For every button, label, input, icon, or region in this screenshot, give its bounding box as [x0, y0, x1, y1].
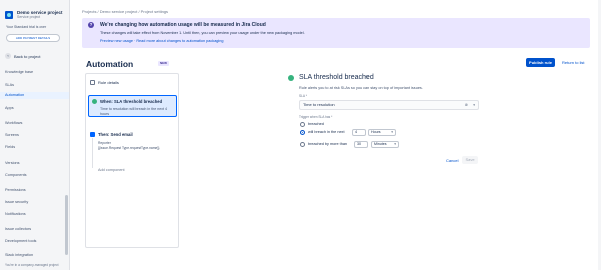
sidebar-footer: You're in a company-managed project: [5, 263, 59, 267]
radio-breached[interactable]: [300, 122, 305, 127]
trigger-title: When: SLA threshold breached: [100, 99, 163, 104]
sidebar-item-issue-collectors[interactable]: Issue collectors: [5, 227, 31, 231]
sidebar-item-slas[interactable]: SLAs: [5, 83, 14, 87]
project-header[interactable]: Demo service project Service project: [5, 10, 63, 20]
project-type: Service project: [17, 15, 41, 19]
banner-links: Preview new usage · Read more about chan…: [100, 39, 224, 43]
flow-connector: [92, 138, 93, 168]
sidebar-item-screens[interactable]: Screens: [5, 133, 19, 137]
project-logo-icon: [5, 11, 13, 19]
radio-breached-by[interactable]: [300, 142, 305, 147]
sidebar-scrollbar[interactable]: [65, 195, 68, 255]
radio-will-breach[interactable]: [300, 130, 305, 135]
sidebar-item-versions[interactable]: Versions: [5, 161, 20, 165]
action-value: {{issue.Request Type.requestType.name}}: [98, 146, 160, 150]
edit-pencil-icon[interactable]: ✎: [365, 75, 369, 81]
trigger-icon: [92, 99, 97, 104]
chevron-down-icon: ▾: [391, 130, 393, 134]
action-icon: [90, 132, 95, 137]
breached-by-number-input[interactable]: 30: [354, 141, 368, 148]
breadcrumb[interactable]: Projects / Demo service project / Projec…: [82, 9, 168, 14]
sidebar-item-development-tools[interactable]: Development tools: [5, 239, 36, 243]
sidebar-item-permissions[interactable]: Permissions: [5, 188, 26, 192]
chevron-down-icon: ▾: [473, 103, 475, 107]
page-title: Automation: [86, 59, 134, 69]
will-breach-number-input[interactable]: 4: [352, 129, 366, 136]
chevron-down-icon: ▾: [394, 142, 396, 146]
config-title: SLA threshold breached: [299, 74, 374, 81]
sidebar-item-notifications[interactable]: Notifications: [5, 212, 26, 216]
sidebar-item-issue-security[interactable]: Issue security: [5, 200, 28, 204]
back-to-project[interactable]: ‹ Back to project: [5, 53, 40, 59]
will-breach-unit-select[interactable]: Hours ▾: [368, 129, 396, 136]
save-button[interactable]: Save: [462, 156, 478, 164]
sidebar-item-apps[interactable]: Apps: [5, 106, 14, 110]
document-icon: [90, 80, 95, 85]
back-label: Back to project: [14, 53, 41, 59]
read-more-link[interactable]: Read more about changes to automation pa…: [136, 39, 223, 43]
trigger-card[interactable]: When: SLA threshold breached Time to res…: [88, 95, 177, 117]
question-icon: ?: [88, 22, 94, 28]
trial-text: Your Standard trial is over: [6, 25, 47, 29]
publish-rule-button[interactable]: Publish rule: [526, 58, 555, 67]
action-title[interactable]: Then: Send email: [98, 132, 133, 137]
sidebar-item-components[interactable]: Components: [5, 173, 27, 177]
preview-usage-link[interactable]: Preview new usage: [100, 39, 133, 43]
rule-details[interactable]: Rule details: [90, 80, 119, 85]
will-breach-unit: Hours: [371, 130, 381, 134]
sidebar-item-workflows[interactable]: Workflows: [5, 121, 22, 125]
sla-value: Time to resolution: [303, 102, 335, 107]
trigger-when-label: Trigger when SLA has *: [299, 115, 333, 119]
sidebar-item-knowledge-base[interactable]: Knowledge base: [5, 70, 33, 74]
trigger-desc: Time to resolution will breach in the ne…: [100, 107, 167, 116]
breached-by-unit-select[interactable]: Minutes ▾: [371, 141, 399, 148]
new-badge: NEW: [158, 61, 169, 66]
radio-will-breach-label: will breach in the next: [308, 130, 345, 134]
sla-label: SLA *: [299, 94, 307, 98]
rule-details-label: Rule details: [98, 80, 119, 85]
radio-breached-by-label: breached by more than: [308, 142, 348, 146]
trigger-icon: [288, 75, 294, 81]
add-component-button[interactable]: Add component: [98, 168, 125, 172]
main-scrollbar[interactable]: [598, 0, 601, 270]
sla-select[interactable]: Time to resolution ⊗ ▾: [299, 100, 479, 110]
rule-panel: Rule details When: SLA threshold breache…: [85, 73, 179, 248]
sidebar-item-automation[interactable]: Automation: [0, 92, 69, 99]
return-to-list-button[interactable]: Return to list: [562, 58, 584, 67]
sidebar-item-fields[interactable]: Fields: [5, 145, 15, 149]
banner-title: We're changing how automation usage will…: [100, 22, 266, 28]
sidebar-item-slack-integration[interactable]: Slack integration: [5, 253, 33, 257]
cancel-button[interactable]: Cancel: [446, 158, 458, 163]
action-sub: Reporter: [98, 141, 111, 145]
banner-body: These changes will take effect from Nove…: [100, 31, 305, 35]
add-payment-button[interactable]: ADD PAYMENT DETAILS: [6, 34, 60, 42]
arrow-left-icon: ‹: [5, 53, 11, 59]
radio-breached-label: breached: [308, 122, 324, 126]
info-banner: ? We're changing how automation usage wi…: [82, 18, 590, 48]
clear-icon[interactable]: ⊗: [465, 101, 468, 109]
breached-by-unit: Minutes: [374, 142, 387, 146]
sidebar: Demo service project Service project You…: [0, 0, 70, 270]
config-desc: Rule alerts you to at risk SLAs so you c…: [299, 86, 423, 90]
